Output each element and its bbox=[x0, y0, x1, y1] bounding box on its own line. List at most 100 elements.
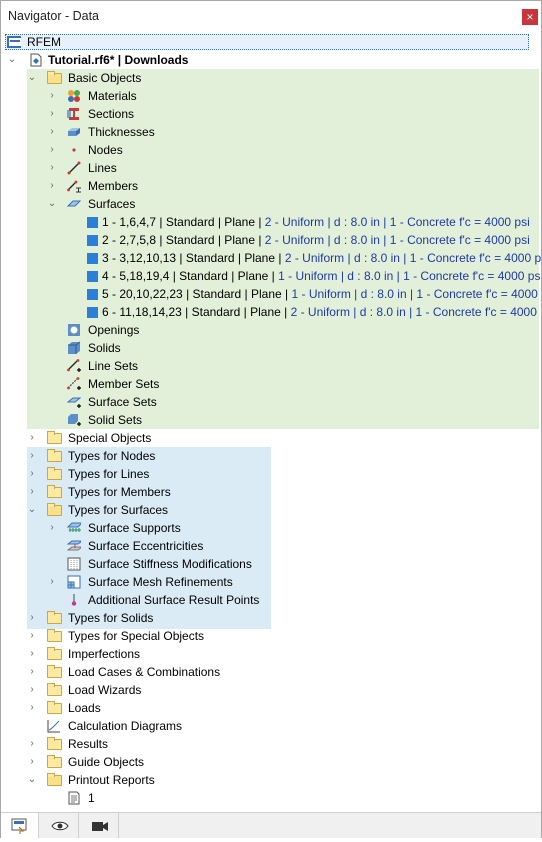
solids-icon bbox=[68, 341, 81, 354]
tree-item-label: Surface Eccentricities bbox=[88, 539, 204, 553]
tree-item-calculation-diagrams[interactable]: Calculation Diagrams bbox=[47, 717, 267, 735]
tree-item-printout-report[interactable]: 1 bbox=[67, 789, 187, 807]
tree-item-nodes[interactable]: › Nodes bbox=[47, 141, 247, 159]
tree-item-label: Surface Sets bbox=[88, 395, 157, 409]
nodes-icon bbox=[72, 148, 76, 152]
chevron-right-icon[interactable]: › bbox=[27, 429, 37, 447]
tree-item-surface-sets[interactable]: Surface Sets bbox=[67, 393, 267, 411]
sections-icon bbox=[67, 108, 79, 120]
tree-item-members[interactable]: › Members bbox=[47, 177, 247, 195]
surface-item[interactable]: 4 - 5,18,19,4 | Standard | Plane | 1 - U… bbox=[87, 267, 541, 285]
chevron-down-icon[interactable]: ⌄ bbox=[47, 195, 57, 213]
surface-square-icon bbox=[87, 271, 98, 282]
tree-item-surface-mesh-refinements[interactable]: › Surface Mesh Refinements bbox=[47, 573, 267, 591]
tree-item-solids[interactable]: Solids bbox=[67, 339, 267, 357]
chevron-down-icon[interactable]: ⌄ bbox=[27, 771, 37, 789]
folder-open-icon bbox=[47, 71, 62, 84]
surface-item[interactable]: 5 - 20,10,22,23 | Standard | Plane | 1 -… bbox=[87, 285, 541, 303]
tree-item-load-cases-combinations[interactable]: › Load Cases & Combinations bbox=[27, 663, 267, 681]
tree-item-label: Surface Mesh Refinements bbox=[88, 575, 233, 589]
tree-item-additional-surface-result-points[interactable]: Additional Surface Result Points bbox=[67, 591, 267, 609]
chevron-right-icon[interactable]: › bbox=[47, 141, 57, 159]
tree-item-member-sets[interactable]: Member Sets bbox=[67, 375, 267, 393]
surface-item[interactable]: 3 - 3,12,10,13 | Standard | Plane | 2 - … bbox=[87, 249, 541, 267]
tree-item-loads[interactable]: › Loads bbox=[27, 699, 267, 717]
camera-tab[interactable] bbox=[81, 813, 119, 838]
chevron-right-icon[interactable]: › bbox=[27, 447, 37, 465]
tree-item-imperfections[interactable]: › Imperfections bbox=[27, 645, 267, 663]
chevron-right-icon[interactable]: › bbox=[47, 519, 57, 537]
chevron-right-icon[interactable]: › bbox=[27, 699, 37, 717]
folder-icon bbox=[47, 629, 62, 642]
tree-item-label: Load Wizards bbox=[68, 683, 142, 697]
tree-item-types-for-surfaces[interactable]: ⌄ Types for Surfaces bbox=[27, 501, 267, 519]
chevron-right-icon[interactable]: › bbox=[27, 465, 37, 483]
lines-icon bbox=[67, 161, 81, 175]
tree-item-special-objects[interactable]: › Special Objects bbox=[27, 429, 267, 447]
tree-item-types-for-special-objects[interactable]: › Types for Special Objects bbox=[27, 627, 267, 645]
chevron-right-icon[interactable]: › bbox=[27, 663, 37, 681]
chevron-down-icon[interactable]: ⌄ bbox=[7, 51, 17, 69]
tree-item-openings[interactable]: Openings bbox=[67, 321, 267, 339]
chevron-right-icon[interactable]: › bbox=[47, 105, 57, 123]
chevron-right-icon[interactable]: › bbox=[27, 627, 37, 645]
mesh-refinement-icon bbox=[67, 575, 81, 589]
chevron-right-icon[interactable]: › bbox=[47, 177, 57, 195]
chevron-right-icon[interactable]: › bbox=[27, 681, 37, 699]
chevron-right-icon[interactable]: › bbox=[47, 87, 57, 105]
chevron-down-icon[interactable]: ⌄ bbox=[27, 501, 37, 519]
tree-item-project[interactable]: ⌄ Tutorial.rf6* | Downloads bbox=[7, 51, 507, 69]
chevron-down-icon[interactable]: ⌄ bbox=[27, 69, 37, 87]
tree-item-results[interactable]: › Results bbox=[27, 735, 267, 753]
chevron-right-icon[interactable]: › bbox=[47, 573, 57, 591]
chevron-right-icon[interactable]: › bbox=[27, 483, 37, 501]
tree-item-surfaces[interactable]: ⌄ Surfaces bbox=[47, 195, 247, 213]
chevron-right-icon[interactable]: › bbox=[27, 753, 37, 771]
chevron-right-icon[interactable]: › bbox=[27, 609, 37, 627]
tree-item-surface-supports[interactable]: › Surface Supports bbox=[47, 519, 267, 537]
folder-icon bbox=[47, 701, 62, 714]
folder-icon bbox=[47, 611, 62, 624]
chevron-right-icon[interactable]: › bbox=[47, 159, 57, 177]
surface-item[interactable]: 1 - 1,6,4,7 | Standard | Plane | 2 - Uni… bbox=[87, 213, 537, 231]
tree-item-load-wizards[interactable]: › Load Wizards bbox=[27, 681, 267, 699]
tree-item-lines[interactable]: › Lines bbox=[47, 159, 247, 177]
surface-square-icon bbox=[87, 253, 98, 264]
tree-item-solid-sets[interactable]: Solid Sets bbox=[67, 411, 267, 429]
surface-item[interactable]: 2 - 2,7,5,8 | Standard | Plane | 2 - Uni… bbox=[87, 231, 537, 249]
surface-item[interactable]: 6 - 11,18,14,23 | Standard | Plane | 2 -… bbox=[87, 303, 541, 321]
folder-icon bbox=[47, 431, 62, 444]
tree-item-printout-reports[interactable]: ⌄ Printout Reports bbox=[27, 771, 267, 789]
tree-item-label: Loads bbox=[68, 701, 101, 715]
tree-item-thicknesses[interactable]: › Thicknesses bbox=[47, 123, 247, 141]
folder-icon bbox=[47, 485, 62, 498]
tree-item-sections[interactable]: › Sections bbox=[47, 105, 247, 123]
view-tab[interactable] bbox=[41, 813, 79, 838]
tree-item-rfem[interactable]: RFEM bbox=[7, 33, 531, 51]
tree-item-guide-objects[interactable]: › Guide Objects bbox=[27, 753, 267, 771]
surface-square-icon bbox=[87, 307, 98, 318]
tree-item-label: Thicknesses bbox=[88, 125, 155, 139]
tree-item-types-for-lines[interactable]: › Types for Lines bbox=[27, 465, 267, 483]
tree-item-line-sets[interactable]: Line Sets bbox=[67, 357, 267, 375]
tree-item-types-for-members[interactable]: › Types for Members bbox=[27, 483, 267, 501]
folder-icon bbox=[47, 647, 62, 660]
tree-item-types-for-solids[interactable]: › Types for Solids bbox=[27, 609, 267, 627]
tree-item-materials[interactable]: › Materials bbox=[47, 87, 247, 105]
chevron-right-icon[interactable]: › bbox=[27, 645, 37, 663]
tree-item-basic-objects[interactable]: ⌄ Basic Objects bbox=[27, 69, 227, 87]
data-tab[interactable] bbox=[1, 813, 39, 838]
chevron-right-icon[interactable]: › bbox=[27, 735, 37, 753]
tree-item-surface-stiffness-modifications[interactable]: Surface Stiffness Modifications bbox=[67, 555, 267, 573]
tree-item-surface-eccentricities[interactable]: Surface Eccentricities bbox=[67, 537, 267, 555]
tree-item-label: Load Cases & Combinations bbox=[68, 665, 221, 679]
tree-item-label: Guide Objects bbox=[68, 755, 145, 769]
tree-item-label: Imperfections bbox=[68, 647, 141, 661]
tree-item-label: Additional Surface Result Points bbox=[88, 593, 260, 607]
tree-item-label: 1 - 1,6,4,7 | Standard | Plane | 2 - Uni… bbox=[102, 215, 530, 229]
tree-item-label: Members bbox=[88, 179, 139, 193]
close-button[interactable]: × bbox=[522, 9, 538, 25]
tree-item-label: Member Sets bbox=[88, 377, 160, 391]
chevron-right-icon[interactable]: › bbox=[47, 123, 57, 141]
tree-item-types-for-nodes[interactable]: › Types for Nodes bbox=[27, 447, 267, 465]
